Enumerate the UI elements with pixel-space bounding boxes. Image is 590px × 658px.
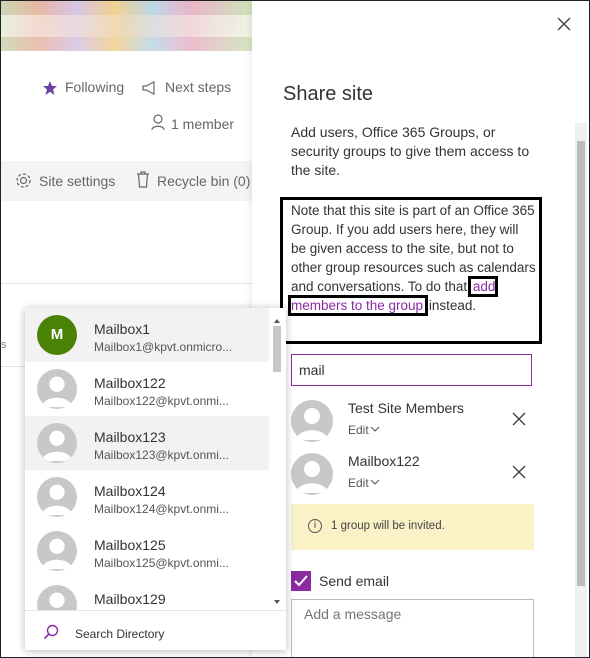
suggestion-item[interactable]: Mailbox123 Mailbox123@kpvt.onmi...: [25, 416, 269, 470]
person-name: Mailbox122: [348, 453, 420, 469]
selected-person: Test Site Members Edit: [291, 400, 536, 444]
remove-icon[interactable]: [511, 411, 527, 427]
star-icon[interactable]: [42, 80, 58, 96]
site-banner: [1, 1, 253, 51]
message-field[interactable]: [291, 599, 534, 657]
send-email-label[interactable]: Send email: [319, 573, 389, 589]
app-window: Following Next steps 1 member Site setti…: [0, 0, 590, 658]
panel-title: Share site: [283, 83, 374, 105]
chevron-down-icon: [370, 426, 380, 432]
search-directory-button[interactable]: Search Directory: [25, 610, 286, 650]
suggestion-name: Mailbox129: [94, 591, 166, 607]
note-text: Note that this site is part of an Office…: [291, 203, 536, 294]
suggestion-item[interactable]: Mailbox124 Mailbox124@kpvt.onmi...: [25, 470, 269, 524]
suggestion-name: Mailbox125: [94, 537, 166, 553]
suggestion-item[interactable]: M Mailbox1 Mailbox1@kpvt.onmicro...: [25, 308, 269, 362]
divider: [1, 283, 253, 284]
suggestion-email: Mailbox125@kpvt.onmi...: [94, 556, 229, 570]
suggestion-item[interactable]: Mailbox125 Mailbox125@kpvt.onmi...: [25, 524, 269, 578]
selected-person: Mailbox122 Edit: [291, 453, 536, 497]
site-settings-button[interactable]: Site settings: [39, 173, 115, 189]
suggestion-email: Mailbox124@kpvt.onmi...: [94, 502, 229, 516]
permission-label: Edit: [348, 476, 369, 490]
person-outline-icon: [151, 114, 165, 130]
person-name: Test Site Members: [348, 400, 464, 416]
avatar: M: [37, 315, 77, 355]
people-suggestions-dropdown: M Mailbox1 Mailbox1@kpvt.onmicro... Mail…: [25, 308, 286, 650]
panel-description: Add users, Office 365 Groups, or securit…: [291, 124, 530, 178]
info-message-bar: i 1 group will be invited.: [291, 504, 534, 550]
checkmark-icon: [294, 575, 308, 587]
close-icon[interactable]: [554, 14, 574, 34]
person-icon: [291, 400, 333, 442]
recycle-bin-button[interactable]: Recycle bin (0): [157, 173, 250, 189]
permission-label: Edit: [348, 423, 369, 437]
group-note: Note that this site is part of an Office…: [287, 201, 536, 316]
suggestion-email: Mailbox123@kpvt.onmi...: [94, 448, 229, 462]
suggestion-name: Mailbox124: [94, 483, 166, 499]
search-directory-label: Search Directory: [75, 627, 165, 641]
send-email-checkbox[interactable]: [291, 571, 311, 591]
following-button[interactable]: Following: [65, 79, 124, 95]
chevron-down-icon: [370, 479, 380, 485]
suggestion-name: Mailbox123: [94, 429, 166, 445]
members-count[interactable]: 1 member: [171, 116, 234, 132]
truncated-text: s: [1, 339, 7, 351]
next-steps-button[interactable]: Next steps: [165, 79, 231, 95]
permission-dropdown[interactable]: Edit: [348, 476, 380, 490]
person-icon: [37, 369, 77, 409]
suggestion-email: Mailbox122@kpvt.onmi...: [94, 394, 229, 408]
suggestion-email: Mailbox1@kpvt.onmicro...: [94, 340, 233, 354]
panel-scrollbar-thumb[interactable]: [577, 141, 585, 586]
suggestion-name: Mailbox1: [94, 321, 151, 337]
trash-icon: [137, 171, 149, 188]
person-icon: [37, 531, 77, 571]
person-icon: [291, 453, 333, 495]
divider: [1, 366, 25, 367]
person-icon: [37, 423, 77, 463]
suggestion-name: Mailbox122: [94, 375, 166, 391]
people-search-input[interactable]: [291, 354, 532, 386]
info-text: 1 group will be invited.: [331, 520, 445, 532]
search-icon: [43, 624, 59, 640]
permission-dropdown[interactable]: Edit: [348, 423, 380, 437]
info-icon: i: [308, 519, 322, 533]
gear-icon: [16, 173, 31, 188]
megaphone-icon: [142, 81, 155, 95]
suggestion-item[interactable]: Mailbox122 Mailbox122@kpvt.onmi...: [25, 362, 269, 416]
dropdown-scrollbar-thumb[interactable]: [273, 326, 281, 372]
remove-icon[interactable]: [511, 464, 527, 480]
person-icon: [37, 477, 77, 517]
note-text-end: instead.: [425, 298, 477, 313]
